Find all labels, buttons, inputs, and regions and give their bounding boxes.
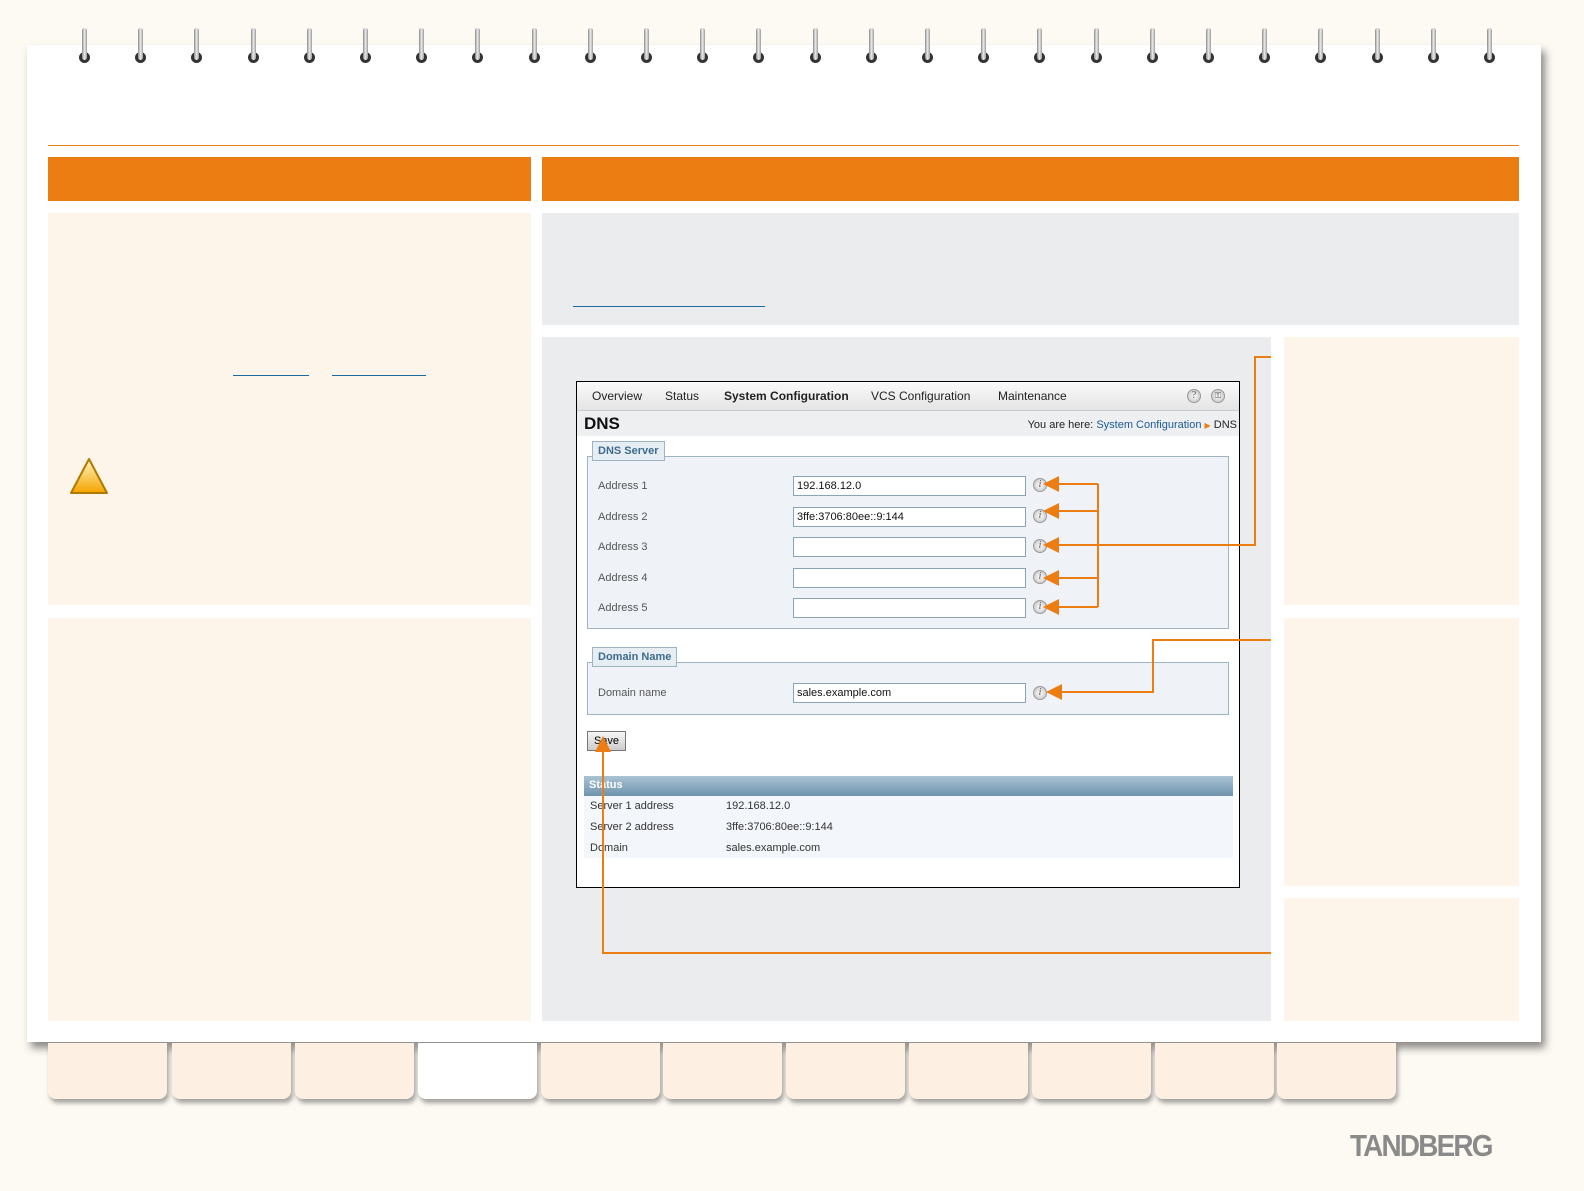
section-tab[interactable] bbox=[1277, 1043, 1396, 1099]
section-tab[interactable] bbox=[541, 1043, 660, 1099]
section-tab[interactable] bbox=[48, 1043, 167, 1099]
section-tab[interactable] bbox=[663, 1043, 782, 1099]
section-tab[interactable] bbox=[295, 1043, 414, 1099]
callout-arrows bbox=[595, 356, 1271, 954]
section-tab[interactable] bbox=[172, 1043, 291, 1099]
section-tab[interactable] bbox=[418, 1043, 537, 1099]
tandberg-logo: TANDBERG bbox=[1350, 1128, 1493, 1163]
callout-line-domain bbox=[1046, 639, 1271, 700]
section-tab[interactable] bbox=[1032, 1043, 1151, 1099]
section-tab[interactable] bbox=[909, 1043, 1028, 1099]
section-tab[interactable] bbox=[1155, 1043, 1274, 1099]
callout-line-dns bbox=[1043, 356, 1271, 553]
callout-line-save bbox=[595, 736, 1271, 954]
section-tab[interactable] bbox=[786, 1043, 905, 1099]
